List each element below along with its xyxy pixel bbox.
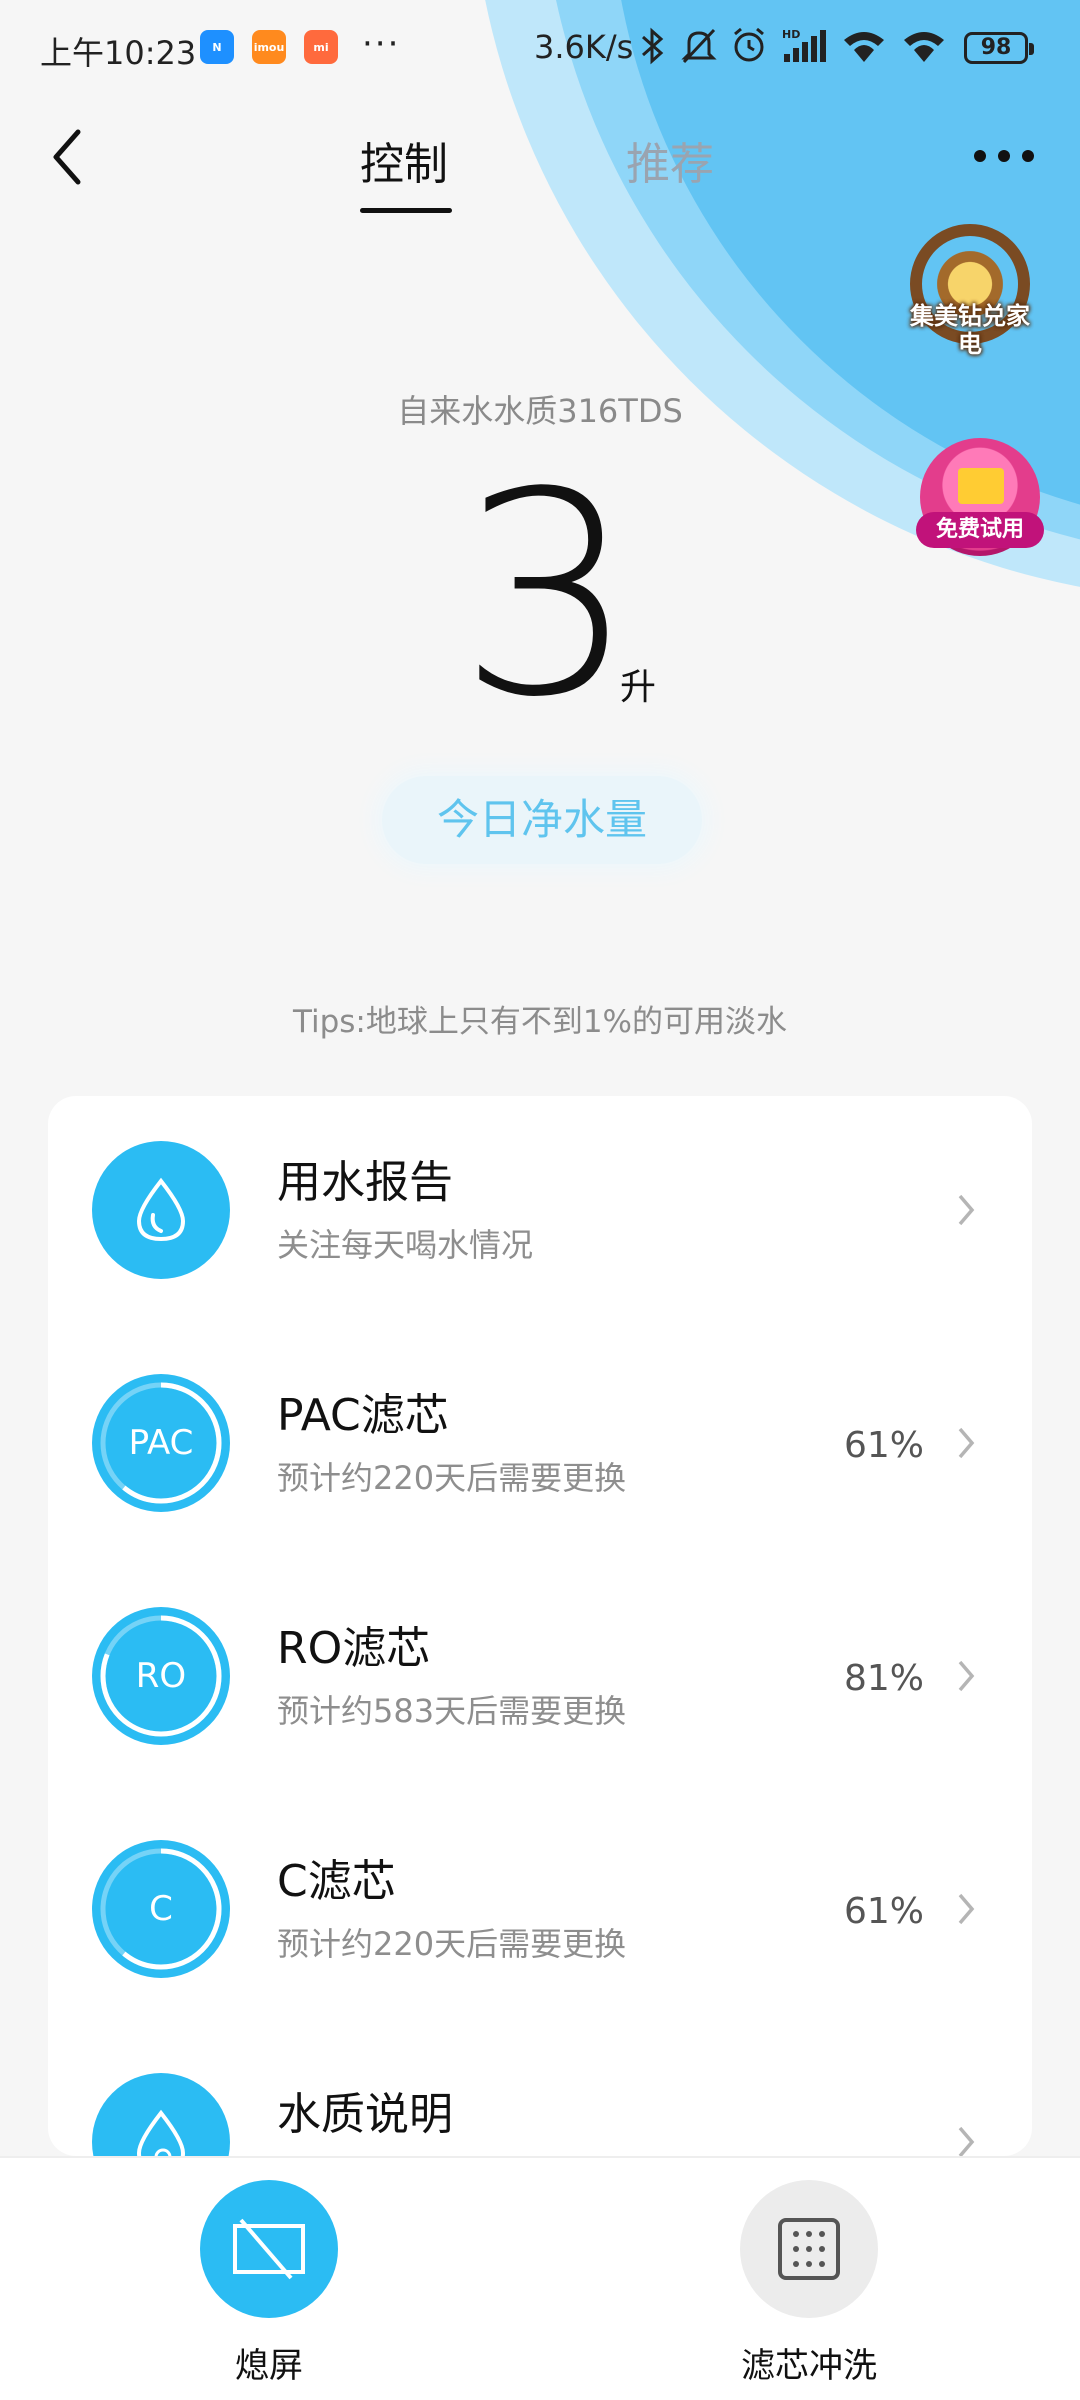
item-title: C滤芯 [277, 1856, 396, 1907]
status-time: 上午10:23 [40, 34, 197, 72]
wifi-2-icon [904, 32, 944, 62]
chevron-right-icon [958, 2126, 975, 2156]
item-title: PAC滤芯 [277, 1390, 449, 1441]
free-trial-badge[interactable]: 免费试用 [916, 438, 1044, 562]
item-subtitle: 关注每天喝水情况 [277, 1226, 534, 1264]
mute-bell-icon [681, 28, 717, 64]
filter-life-ring [100, 1382, 222, 1504]
wifi-icon [844, 32, 884, 62]
pac-filter-gauge: PAC [92, 1374, 230, 1512]
status-bar: 上午10:23 N imou mi ··· 3.6K/s HD 98 [0, 0, 1080, 96]
item-title: 用水报告 [277, 1157, 453, 1208]
tips-text: Tips:地球上只有不到1%的可用淡水 [292, 1004, 788, 1040]
chevron-right-icon [958, 1427, 975, 1459]
water-amount-unit: 升 [620, 667, 657, 708]
tab-control[interactable]: 控制 [360, 128, 448, 192]
status-overflow-icon: ··· [362, 24, 401, 64]
filter-life-ring [100, 1615, 222, 1737]
screen-off-label: 熄屏 [235, 2346, 303, 2386]
back-arrow-icon[interactable] [46, 124, 90, 190]
list-item-water-quality[interactable]: 水质说明 [48, 2028, 1032, 2156]
item-title: RO滤芯 [277, 1623, 431, 1674]
free-trial-label: 免费试用 [916, 512, 1044, 548]
diamond-exchange-label: 集美钻兑家电 [910, 302, 1030, 358]
water-quality-icon [92, 2073, 230, 2156]
active-tab-indicator [360, 208, 452, 213]
diamond-exchange-badge[interactable]: 集美钻兑家电 [900, 224, 1040, 384]
list-item-usage-report[interactable]: 用水报告 关注每天喝水情况 [48, 1096, 1032, 1329]
item-subtitle: 预计约583天后需要更换 [277, 1692, 627, 1730]
app-n-icon: N [200, 30, 234, 64]
screen-off-button[interactable]: 熄屏 [159, 2180, 379, 2387]
app-imou-icon: imou [252, 30, 286, 64]
bottom-action-bar: 熄屏 滤芯冲洗 [0, 2156, 1080, 2400]
filter-percent: 61% [843, 1891, 924, 1932]
filter-percent: 81% [843, 1658, 924, 1699]
filter-flush-label: 滤芯冲洗 [741, 2346, 877, 2386]
network-speed: 3.6K/s [534, 28, 634, 66]
screen-off-icon [200, 2180, 338, 2318]
water-drop-icon [92, 1141, 230, 1279]
list-item-ro-filter[interactable]: RO RO滤芯 预计约583天后需要更换 81% [48, 1562, 1032, 1795]
filter-flush-icon [740, 2180, 878, 2318]
today-water-pill: 今日净水量 [382, 776, 702, 864]
chevron-right-icon [958, 1893, 975, 1925]
ro-filter-gauge: RO [92, 1607, 230, 1745]
svg-text:HD: HD [782, 28, 800, 41]
item-subtitle: 预计约220天后需要更换 [277, 1459, 627, 1497]
list-item-pac-filter[interactable]: PAC PAC滤芯 预计约220天后需要更换 61% [48, 1329, 1032, 1562]
more-options-icon[interactable] [974, 150, 1034, 162]
filter-percent: 61% [843, 1425, 924, 1466]
water-amount-value: 3 [458, 433, 637, 759]
chevron-right-icon [958, 1194, 975, 1226]
filter-flush-button[interactable]: 滤芯冲洗 [699, 2180, 919, 2387]
app-mi-icon: mi [304, 30, 338, 64]
alarm-icon [734, 27, 764, 62]
c-filter-gauge: C [92, 1840, 230, 1978]
bluetooth-icon [642, 27, 664, 65]
signal-hd-icon: HD [782, 28, 826, 62]
battery-indicator: 98 [964, 32, 1034, 64]
item-title: 水质说明 [277, 2089, 453, 2140]
tds-label: 自来水水质316TDS [397, 392, 683, 430]
feature-list-card: 用水报告 关注每天喝水情况 PAC PAC滤芯 预计约220天后需要更换 61%… [48, 1096, 1032, 2156]
chevron-right-icon [958, 1660, 975, 1692]
item-subtitle: 预计约220天后需要更换 [277, 1925, 627, 1963]
filter-life-ring [100, 1848, 222, 1970]
list-item-c-filter[interactable]: C C滤芯 预计约220天后需要更换 61% [48, 1795, 1032, 2028]
tab-recommend[interactable]: 推荐 [626, 128, 714, 192]
